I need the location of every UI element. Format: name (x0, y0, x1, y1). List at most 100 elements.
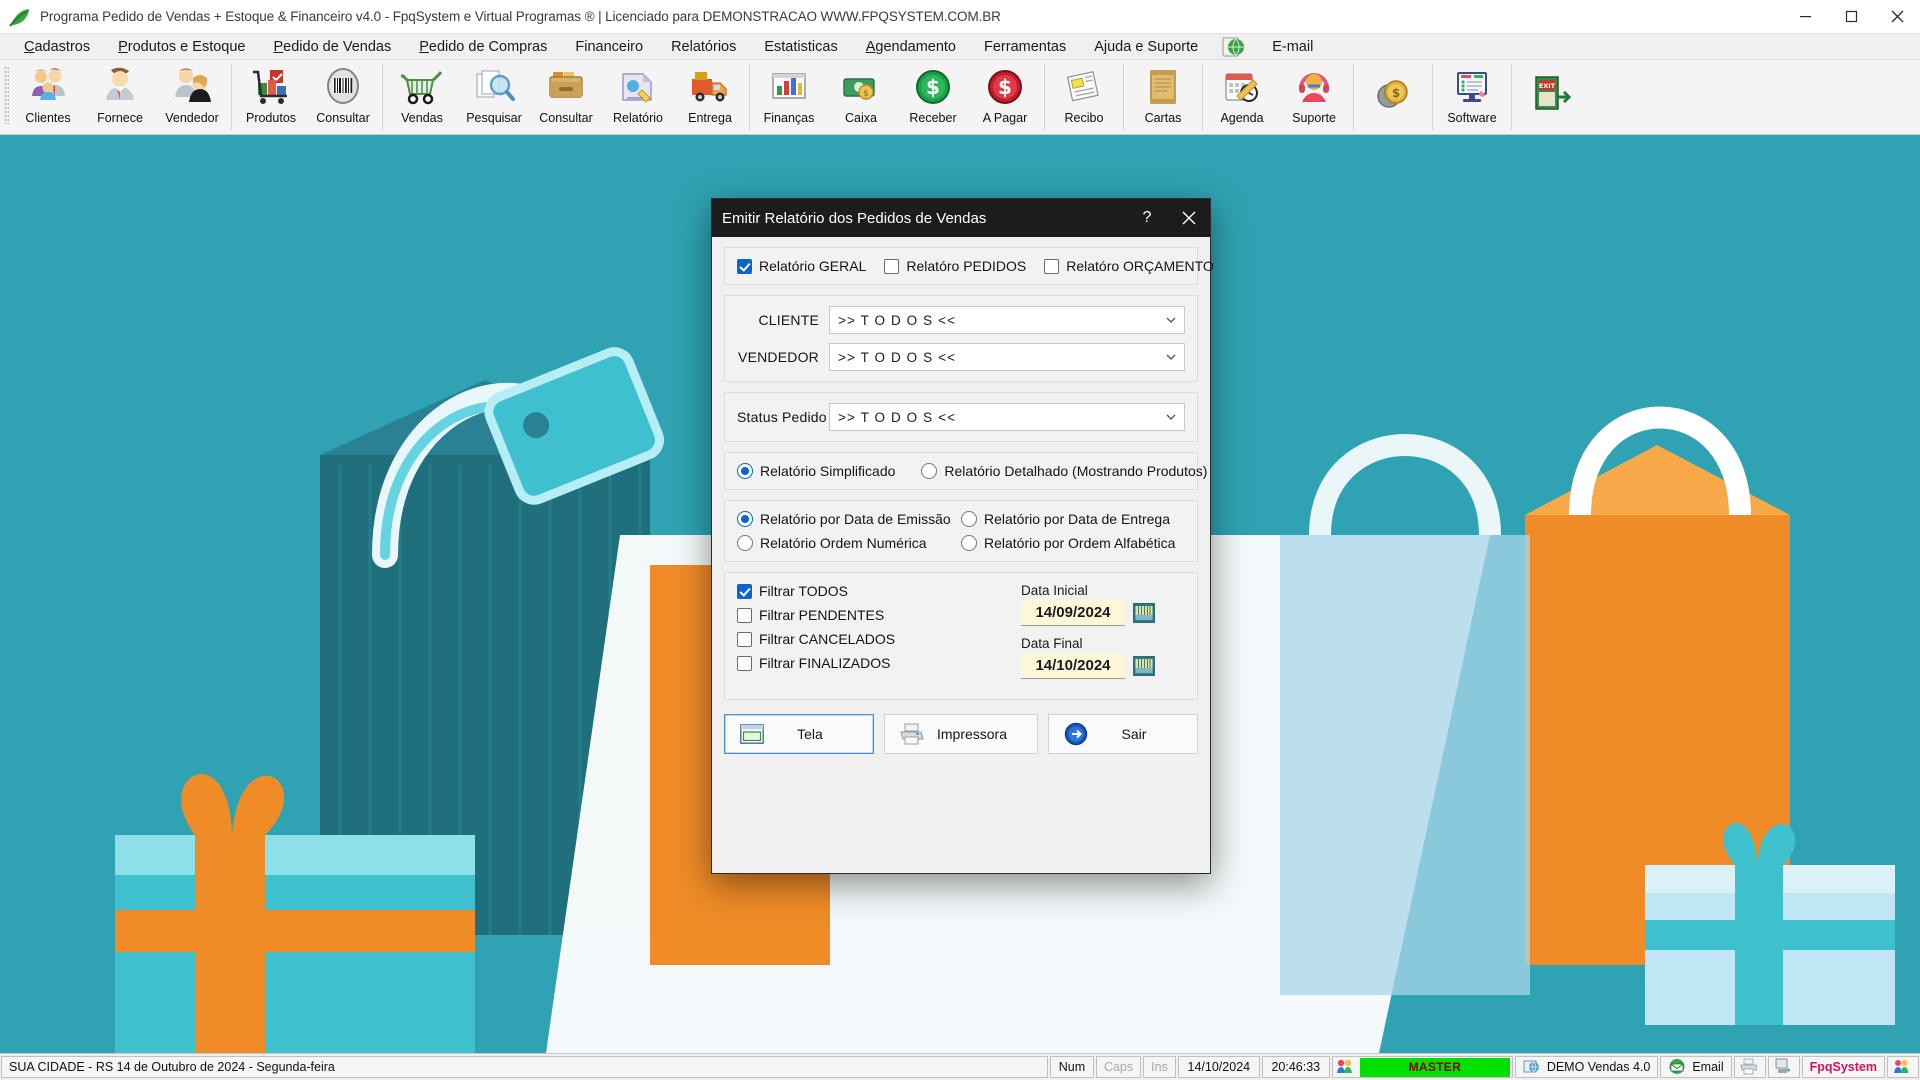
help-button[interactable]: ? (1126, 199, 1168, 237)
checkbox-filtrar-pendentes[interactable]: Filtrar PENDENTES (737, 607, 1015, 623)
toolbar-label: Caixa (845, 111, 877, 125)
cliente-select[interactable]: >> T O D O S << (829, 306, 1185, 334)
calendar-icon[interactable] (1133, 603, 1155, 623)
report-type-panel: Relatório GERAL Relatóro PEDIDOS Relatór… (724, 247, 1214, 285)
printer-icon (899, 722, 925, 746)
menu-item-cadastros[interactable]: CCadastrosadastros (10, 37, 104, 57)
toolbar-button-coins[interactable]: $ (1357, 60, 1429, 134)
close-icon[interactable] (1874, 0, 1920, 33)
report-icon (615, 64, 661, 110)
menu-item-agendamento[interactable]: Agendamento (852, 37, 970, 57)
toolbar-label: Consultar (539, 111, 593, 125)
menu-item-produtos-estoque[interactable]: Produtos e Estoque (104, 37, 259, 57)
checkbox-relatorio-geral[interactable]: Relatório GERAL (737, 258, 866, 274)
menu-item-ajuda-suporte[interactable]: Ajuda e Suporte (1080, 37, 1212, 57)
maximize-icon[interactable] (1828, 0, 1874, 33)
toolbar-separator (1044, 64, 1045, 130)
toolbar-separator (382, 64, 383, 130)
toolbar-button-agenda[interactable]: Agenda (1206, 60, 1278, 134)
status-pedido-select[interactable]: >> T O D O S << (829, 403, 1185, 431)
toolbar-grip[interactable] (0, 60, 12, 134)
vendedor-select[interactable]: >> T O D O S << (829, 343, 1185, 371)
menu-item-estatisticas[interactable]: Estatisticas (750, 37, 851, 57)
scanner-icon (1774, 1058, 1794, 1077)
close-icon[interactable] (1168, 199, 1210, 237)
filter-checkbox-list: Filtrar TODOS Filtrar PENDENTES Filtrar … (737, 583, 1015, 689)
radio-dot (921, 463, 938, 479)
delivery-truck-icon (687, 64, 733, 110)
status-email-cell[interactable]: Email (1660, 1056, 1732, 1078)
radio-relatorio-detalhado[interactable]: Relatório Detalhado (Mostrando Produtos) (921, 463, 1207, 479)
supplier-icon (97, 64, 143, 110)
company-icon (1523, 1058, 1543, 1077)
toolbar-button-vendedor[interactable]: Vendedor (156, 60, 228, 134)
menu-item-relatorios[interactable]: Relatórios (657, 37, 750, 57)
toolbar-button-consultar-arquivo[interactable]: Consultar (530, 60, 602, 134)
radio-ordem-numerica[interactable]: Relatório Ordem Numérica (737, 535, 961, 551)
toolbar-button-receber[interactable]: $ Receber (897, 60, 969, 134)
window-titlebar: Programa Pedido de Vendas + Estoque & Fi… (0, 0, 1920, 34)
minimize-icon[interactable] (1782, 0, 1828, 33)
radio-data-emissao[interactable]: Relatório por Data de Emissão (737, 511, 961, 527)
tela-button[interactable]: Tela (724, 714, 874, 754)
toolbar-button-pesquisar[interactable]: Pesquisar (458, 60, 530, 134)
menu-item-financeiro[interactable]: Financeiro (561, 37, 657, 57)
data-final-input[interactable]: 14/10/2024 (1021, 653, 1125, 679)
toolbar-button-software[interactable]: Software (1436, 60, 1508, 134)
radio-label: Relatório Ordem Numérica (760, 535, 927, 551)
sair-button[interactable]: Sair (1048, 714, 1198, 754)
toolbar-button-entrega[interactable]: Entrega (674, 60, 746, 134)
toolbar-button-a-pagar[interactable]: $ A Pagar (969, 60, 1041, 134)
data-final-label: Data Final (1021, 636, 1083, 651)
toolbar-button-caixa[interactable]: $ Caixa (825, 60, 897, 134)
software-monitor-icon (1449, 64, 1495, 110)
toolbar-label: Suporte (1292, 111, 1336, 125)
status-printer-cell[interactable] (1733, 1056, 1766, 1078)
svg-text:$: $ (1392, 86, 1400, 100)
toolbar-button-recibo[interactable]: Recibo (1048, 60, 1120, 134)
toolbar-button-suporte[interactable]: Suporte (1278, 60, 1350, 134)
impressora-button[interactable]: Impressora (883, 714, 1039, 754)
globe-help-icon[interactable] (1222, 36, 1248, 58)
radio-label: Relatório por Ordem Alfabética (984, 535, 1176, 551)
checkbox-relatorio-orcamento[interactable]: Relatóro ORÇAMENTO (1044, 258, 1214, 274)
dialog-body: Relatório GERAL Relatóro PEDIDOS Relatór… (712, 237, 1214, 754)
toolbar-group-produtos: Produtos Consultar (235, 60, 379, 134)
toolbar-label: Finanças (763, 111, 815, 125)
menu-item-pedido-compras[interactable]: Pedido de Compras (405, 37, 561, 57)
radio-data-entrega[interactable]: Relatório por Data de Entrega (961, 511, 1185, 527)
toolbar-button-clientes[interactable]: Clientes (12, 60, 84, 134)
checkbox-filtrar-finalizados[interactable]: Filtrar FINALIZADOS (737, 655, 1015, 671)
toolbar-button-fornece[interactable]: Fornece (84, 60, 156, 134)
dialog-titlebar: Emitir Relatório dos Pedidos de Vendas ? (712, 199, 1210, 237)
checkbox-label: Relatório GERAL (759, 258, 867, 274)
toolbar-separator (1432, 64, 1433, 130)
status-master-badge: MASTER (1359, 1057, 1510, 1077)
radio-dot (961, 511, 977, 527)
toolbar-button-produtos[interactable]: Produtos (235, 60, 307, 134)
toolbar-button-consultar-barcode[interactable]: Consultar (307, 60, 379, 134)
checkbox-filtrar-cancelados[interactable]: Filtrar CANCELADOS (737, 631, 1015, 647)
receipt-icon (1061, 64, 1107, 110)
toolbar-button-relatorio[interactable]: Relatório (602, 60, 674, 134)
field-vendedor: VENDEDOR >> T O D O S << (737, 343, 1185, 371)
toolbar-button-financas[interactable]: Finanças (753, 60, 825, 134)
field-cliente: CLIENTE >> T O D O S << (737, 306, 1185, 334)
toolbar-separator (231, 64, 232, 130)
checkbox-filtrar-todos[interactable]: Filtrar TODOS (737, 583, 1015, 599)
toolbar-button-exit[interactable]: EXIT (1515, 60, 1587, 134)
toolbar-separator (1353, 64, 1354, 130)
calendar-icon[interactable] (1133, 656, 1155, 676)
radio-ordem-alfabetica[interactable]: Relatório por Ordem Alfabética (961, 535, 1185, 551)
menu-item-ferramentas[interactable]: Ferramentas (970, 37, 1080, 57)
toolbar-button-vendas[interactable]: Vendas (386, 60, 458, 134)
radio-relatorio-simplificado[interactable]: Relatório Simplificado (737, 463, 895, 479)
status-device-cell[interactable] (1767, 1056, 1800, 1078)
menu-item-email[interactable]: E-mail (1258, 37, 1327, 57)
checkbox-relatorio-pedidos[interactable]: Relatóro PEDIDOS (884, 258, 1026, 274)
data-inicial-input[interactable]: 14/09/2024 (1021, 600, 1125, 626)
toolbar-label: Entrega (688, 111, 732, 125)
menu-item-pedido-vendas[interactable]: Pedido de Vendas (259, 37, 405, 57)
shopping-cart-icon (399, 64, 445, 110)
toolbar-button-cartas[interactable]: Cartas (1127, 60, 1199, 134)
